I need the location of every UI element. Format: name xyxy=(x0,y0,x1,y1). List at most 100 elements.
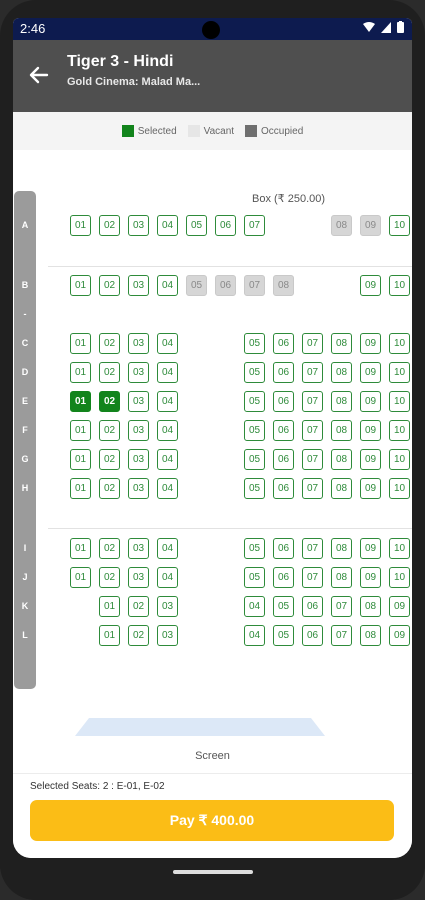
seat-G-03[interactable]: 03 xyxy=(128,449,149,470)
seat-G-05[interactable]: 05 xyxy=(244,449,265,470)
seat-D-01[interactable]: 01 xyxy=(70,362,91,383)
seat-A-05[interactable]: 05 xyxy=(186,215,207,236)
seat-G-08[interactable]: 08 xyxy=(331,449,352,470)
seat-L-03[interactable]: 03 xyxy=(157,625,178,646)
seat-E-07[interactable]: 07 xyxy=(302,391,323,412)
seat-G-07[interactable]: 07 xyxy=(302,449,323,470)
seat-C-03[interactable]: 03 xyxy=(128,333,149,354)
seat-D-06[interactable]: 06 xyxy=(273,362,294,383)
seat-I-05[interactable]: 05 xyxy=(244,538,265,559)
seat-D-07[interactable]: 07 xyxy=(302,362,323,383)
seat-A-10[interactable]: 10 xyxy=(389,215,410,236)
seat-K-06[interactable]: 06 xyxy=(302,596,323,617)
seat-I-07[interactable]: 07 xyxy=(302,538,323,559)
seat-G-04[interactable]: 04 xyxy=(157,449,178,470)
seat-A-02[interactable]: 02 xyxy=(99,215,120,236)
seat-B-02[interactable]: 02 xyxy=(99,275,120,296)
seat-L-07[interactable]: 07 xyxy=(331,625,352,646)
seat-L-09[interactable]: 09 xyxy=(389,625,410,646)
seat-I-10[interactable]: 10 xyxy=(389,538,410,559)
seat-F-05[interactable]: 05 xyxy=(244,420,265,441)
seat-H-01[interactable]: 01 xyxy=(70,478,91,499)
seat-C-10[interactable]: 10 xyxy=(389,333,410,354)
seat-B-10[interactable]: 10 xyxy=(389,275,410,296)
back-arrow-icon[interactable] xyxy=(27,63,51,87)
seat-I-01[interactable]: 01 xyxy=(70,538,91,559)
seat-E-03[interactable]: 03 xyxy=(128,391,149,412)
seat-B-01[interactable]: 01 xyxy=(70,275,91,296)
seat-H-10[interactable]: 10 xyxy=(389,478,410,499)
pay-button[interactable]: Pay ₹ 400.00 xyxy=(30,800,394,841)
seat-A-07[interactable]: 07 xyxy=(244,215,265,236)
seat-D-02[interactable]: 02 xyxy=(99,362,120,383)
seat-D-09[interactable]: 09 xyxy=(360,362,381,383)
seat-A-01[interactable]: 01 xyxy=(70,215,91,236)
seat-B-04[interactable]: 04 xyxy=(157,275,178,296)
seat-D-03[interactable]: 03 xyxy=(128,362,149,383)
seat-K-02[interactable]: 02 xyxy=(128,596,149,617)
seat-E-04[interactable]: 04 xyxy=(157,391,178,412)
seat-C-07[interactable]: 07 xyxy=(302,333,323,354)
seat-C-04[interactable]: 04 xyxy=(157,333,178,354)
seat-K-09[interactable]: 09 xyxy=(389,596,410,617)
seat-C-05[interactable]: 05 xyxy=(244,333,265,354)
seat-L-06[interactable]: 06 xyxy=(302,625,323,646)
seat-G-01[interactable]: 01 xyxy=(70,449,91,470)
seat-J-01[interactable]: 01 xyxy=(70,567,91,588)
seat-I-09[interactable]: 09 xyxy=(360,538,381,559)
seat-E-10[interactable]: 10 xyxy=(389,391,410,412)
seat-H-02[interactable]: 02 xyxy=(99,478,120,499)
seat-D-05[interactable]: 05 xyxy=(244,362,265,383)
seat-E-01[interactable]: 01 xyxy=(70,391,91,412)
seat-K-03[interactable]: 03 xyxy=(157,596,178,617)
seat-H-05[interactable]: 05 xyxy=(244,478,265,499)
seat-F-01[interactable]: 01 xyxy=(70,420,91,441)
seat-F-04[interactable]: 04 xyxy=(157,420,178,441)
seat-I-08[interactable]: 08 xyxy=(331,538,352,559)
seat-I-04[interactable]: 04 xyxy=(157,538,178,559)
seat-J-02[interactable]: 02 xyxy=(99,567,120,588)
seat-J-04[interactable]: 04 xyxy=(157,567,178,588)
seat-G-10[interactable]: 10 xyxy=(389,449,410,470)
seat-D-04[interactable]: 04 xyxy=(157,362,178,383)
seat-K-05[interactable]: 05 xyxy=(273,596,294,617)
seat-J-05[interactable]: 05 xyxy=(244,567,265,588)
seat-E-02[interactable]: 02 xyxy=(99,391,120,412)
seat-A-04[interactable]: 04 xyxy=(157,215,178,236)
seat-J-07[interactable]: 07 xyxy=(302,567,323,588)
seat-E-09[interactable]: 09 xyxy=(360,391,381,412)
seat-J-03[interactable]: 03 xyxy=(128,567,149,588)
seat-C-06[interactable]: 06 xyxy=(273,333,294,354)
seat-J-06[interactable]: 06 xyxy=(273,567,294,588)
seat-J-08[interactable]: 08 xyxy=(331,567,352,588)
seat-B-03[interactable]: 03 xyxy=(128,275,149,296)
seat-K-04[interactable]: 04 xyxy=(244,596,265,617)
seat-C-08[interactable]: 08 xyxy=(331,333,352,354)
seat-H-04[interactable]: 04 xyxy=(157,478,178,499)
seat-I-02[interactable]: 02 xyxy=(99,538,120,559)
seat-J-09[interactable]: 09 xyxy=(360,567,381,588)
seat-G-02[interactable]: 02 xyxy=(99,449,120,470)
seat-L-01[interactable]: 01 xyxy=(99,625,120,646)
seat-I-03[interactable]: 03 xyxy=(128,538,149,559)
seat-H-06[interactable]: 06 xyxy=(273,478,294,499)
seat-E-06[interactable]: 06 xyxy=(273,391,294,412)
seat-G-09[interactable]: 09 xyxy=(360,449,381,470)
seat-C-02[interactable]: 02 xyxy=(99,333,120,354)
seat-A-06[interactable]: 06 xyxy=(215,215,236,236)
seat-H-08[interactable]: 08 xyxy=(331,478,352,499)
seat-A-03[interactable]: 03 xyxy=(128,215,149,236)
seat-L-05[interactable]: 05 xyxy=(273,625,294,646)
seat-D-10[interactable]: 10 xyxy=(389,362,410,383)
seat-D-08[interactable]: 08 xyxy=(331,362,352,383)
seat-C-01[interactable]: 01 xyxy=(70,333,91,354)
seat-F-03[interactable]: 03 xyxy=(128,420,149,441)
seat-K-08[interactable]: 08 xyxy=(360,596,381,617)
home-gesture-bar[interactable] xyxy=(173,870,253,874)
seat-F-08[interactable]: 08 xyxy=(331,420,352,441)
seat-F-06[interactable]: 06 xyxy=(273,420,294,441)
seat-L-02[interactable]: 02 xyxy=(128,625,149,646)
seat-F-07[interactable]: 07 xyxy=(302,420,323,441)
seat-C-09[interactable]: 09 xyxy=(360,333,381,354)
seat-G-06[interactable]: 06 xyxy=(273,449,294,470)
